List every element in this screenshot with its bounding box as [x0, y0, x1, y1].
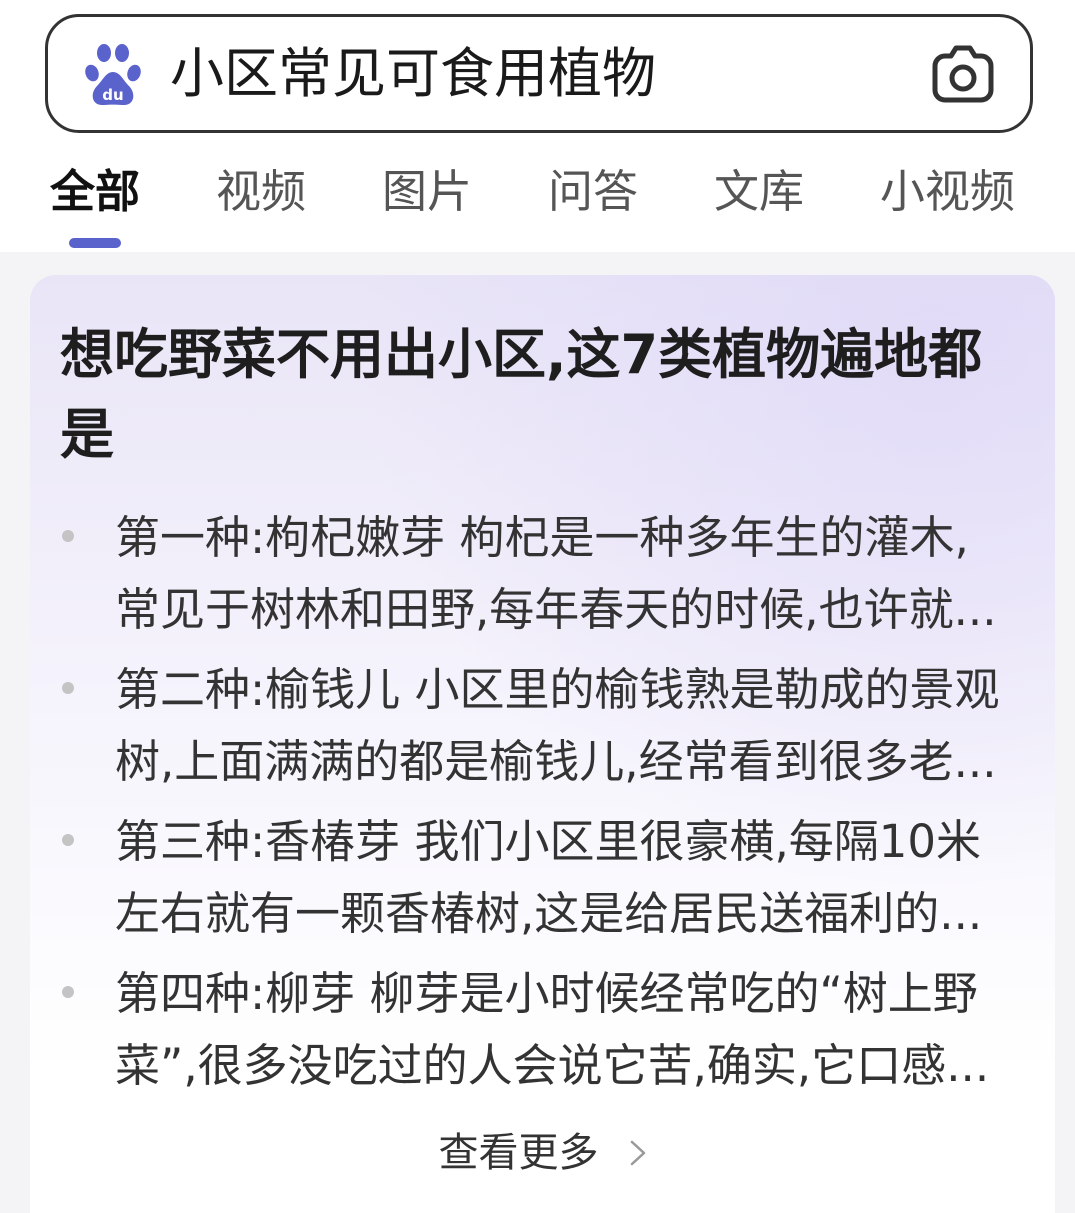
list-item-line: 左右就有一颗香椿树,这是给居民送福利的...: [115, 887, 983, 940]
bullet-dot: [62, 682, 74, 694]
camera-icon[interactable]: [931, 42, 995, 104]
baidu-paw-logo: du: [85, 44, 141, 106]
list-item-line: 常见于树林和田野,每年春天的时候,也许就...: [115, 583, 997, 636]
list-item-line: 第三种:香椿芽 我们小区里很豪横,每隔10米: [115, 815, 982, 868]
bullet-dot: [62, 986, 74, 998]
logo-text: du: [102, 86, 123, 104]
search-bar[interactable]: du 小区常见可食用植物: [45, 14, 1033, 133]
tab-qa[interactable]: 问答: [548, 160, 638, 224]
header: du 小区常见可食用植物 全部 视频 图片 问答 文库 小视频: [0, 0, 1075, 252]
bullet-dot: [62, 834, 74, 846]
list-item[interactable]: 第四种:柳芽 柳芽是小时候经常吃的“树上野 菜”,很多没吃过的人会说它苦,确实,…: [30, 958, 1055, 1102]
list-item-line: 第四种:柳芽 柳芽是小时候经常吃的“树上野: [115, 967, 978, 1020]
active-tab-indicator: [69, 238, 121, 248]
tab-short-video[interactable]: 小视频: [880, 160, 1015, 224]
list-item-line: 第二种:榆钱儿 小区里的榆钱熟是勒成的景观: [115, 663, 1000, 716]
chevron-right-icon: [630, 1140, 645, 1166]
list-item[interactable]: 第一种:枸杞嫩芽 枸杞是一种多年生的灌木, 常见于树林和田野,每年春天的时候,也…: [30, 502, 1055, 646]
list-item-line: 菜”,很多没吃过的人会说它苦,确实,它口感...: [115, 1039, 990, 1092]
result-card[interactable]: 想吃野菜不用出小区,这7类植物遍地都 是 第一种:枸杞嫩芽 枸杞是一种多年生的灌…: [30, 275, 1055, 1213]
tab-all[interactable]: 全部: [50, 160, 140, 224]
tab-images[interactable]: 图片: [382, 160, 472, 224]
list-item-line: 第一种:枸杞嫩芽 枸杞是一种多年生的灌木,: [115, 511, 969, 564]
tab-video[interactable]: 视频: [216, 160, 306, 224]
list-item[interactable]: 第二种:榆钱儿 小区里的榆钱熟是勒成的景观 树,上面满满的都是榆钱儿,经常看到很…: [30, 654, 1055, 798]
result-title-line: 想吃野菜不用出小区,这7类植物遍地都: [60, 323, 983, 386]
result-title[interactable]: 想吃野菜不用出小区,这7类植物遍地都 是: [60, 315, 1030, 475]
result-list: 第一种:枸杞嫩芽 枸杞是一种多年生的灌木, 常见于树林和田野,每年春天的时候,也…: [30, 502, 1055, 1110]
tab-library[interactable]: 文库: [714, 160, 804, 224]
bullet-dot: [62, 530, 74, 542]
view-more-button[interactable]: 查看更多: [30, 1123, 1055, 1183]
list-item-line: 树,上面满满的都是榆钱儿,经常看到很多老...: [115, 735, 997, 788]
result-title-line: 是: [60, 403, 114, 466]
search-input[interactable]: 小区常见可食用植物: [170, 17, 910, 130]
search-tabs: 全部 视频 图片 问答 文库 小视频: [50, 160, 1015, 224]
list-item[interactable]: 第三种:香椿芽 我们小区里很豪横,每隔10米 左右就有一颗香椿树,这是给居民送福…: [30, 806, 1055, 950]
view-more-label: 查看更多: [438, 1130, 599, 1176]
